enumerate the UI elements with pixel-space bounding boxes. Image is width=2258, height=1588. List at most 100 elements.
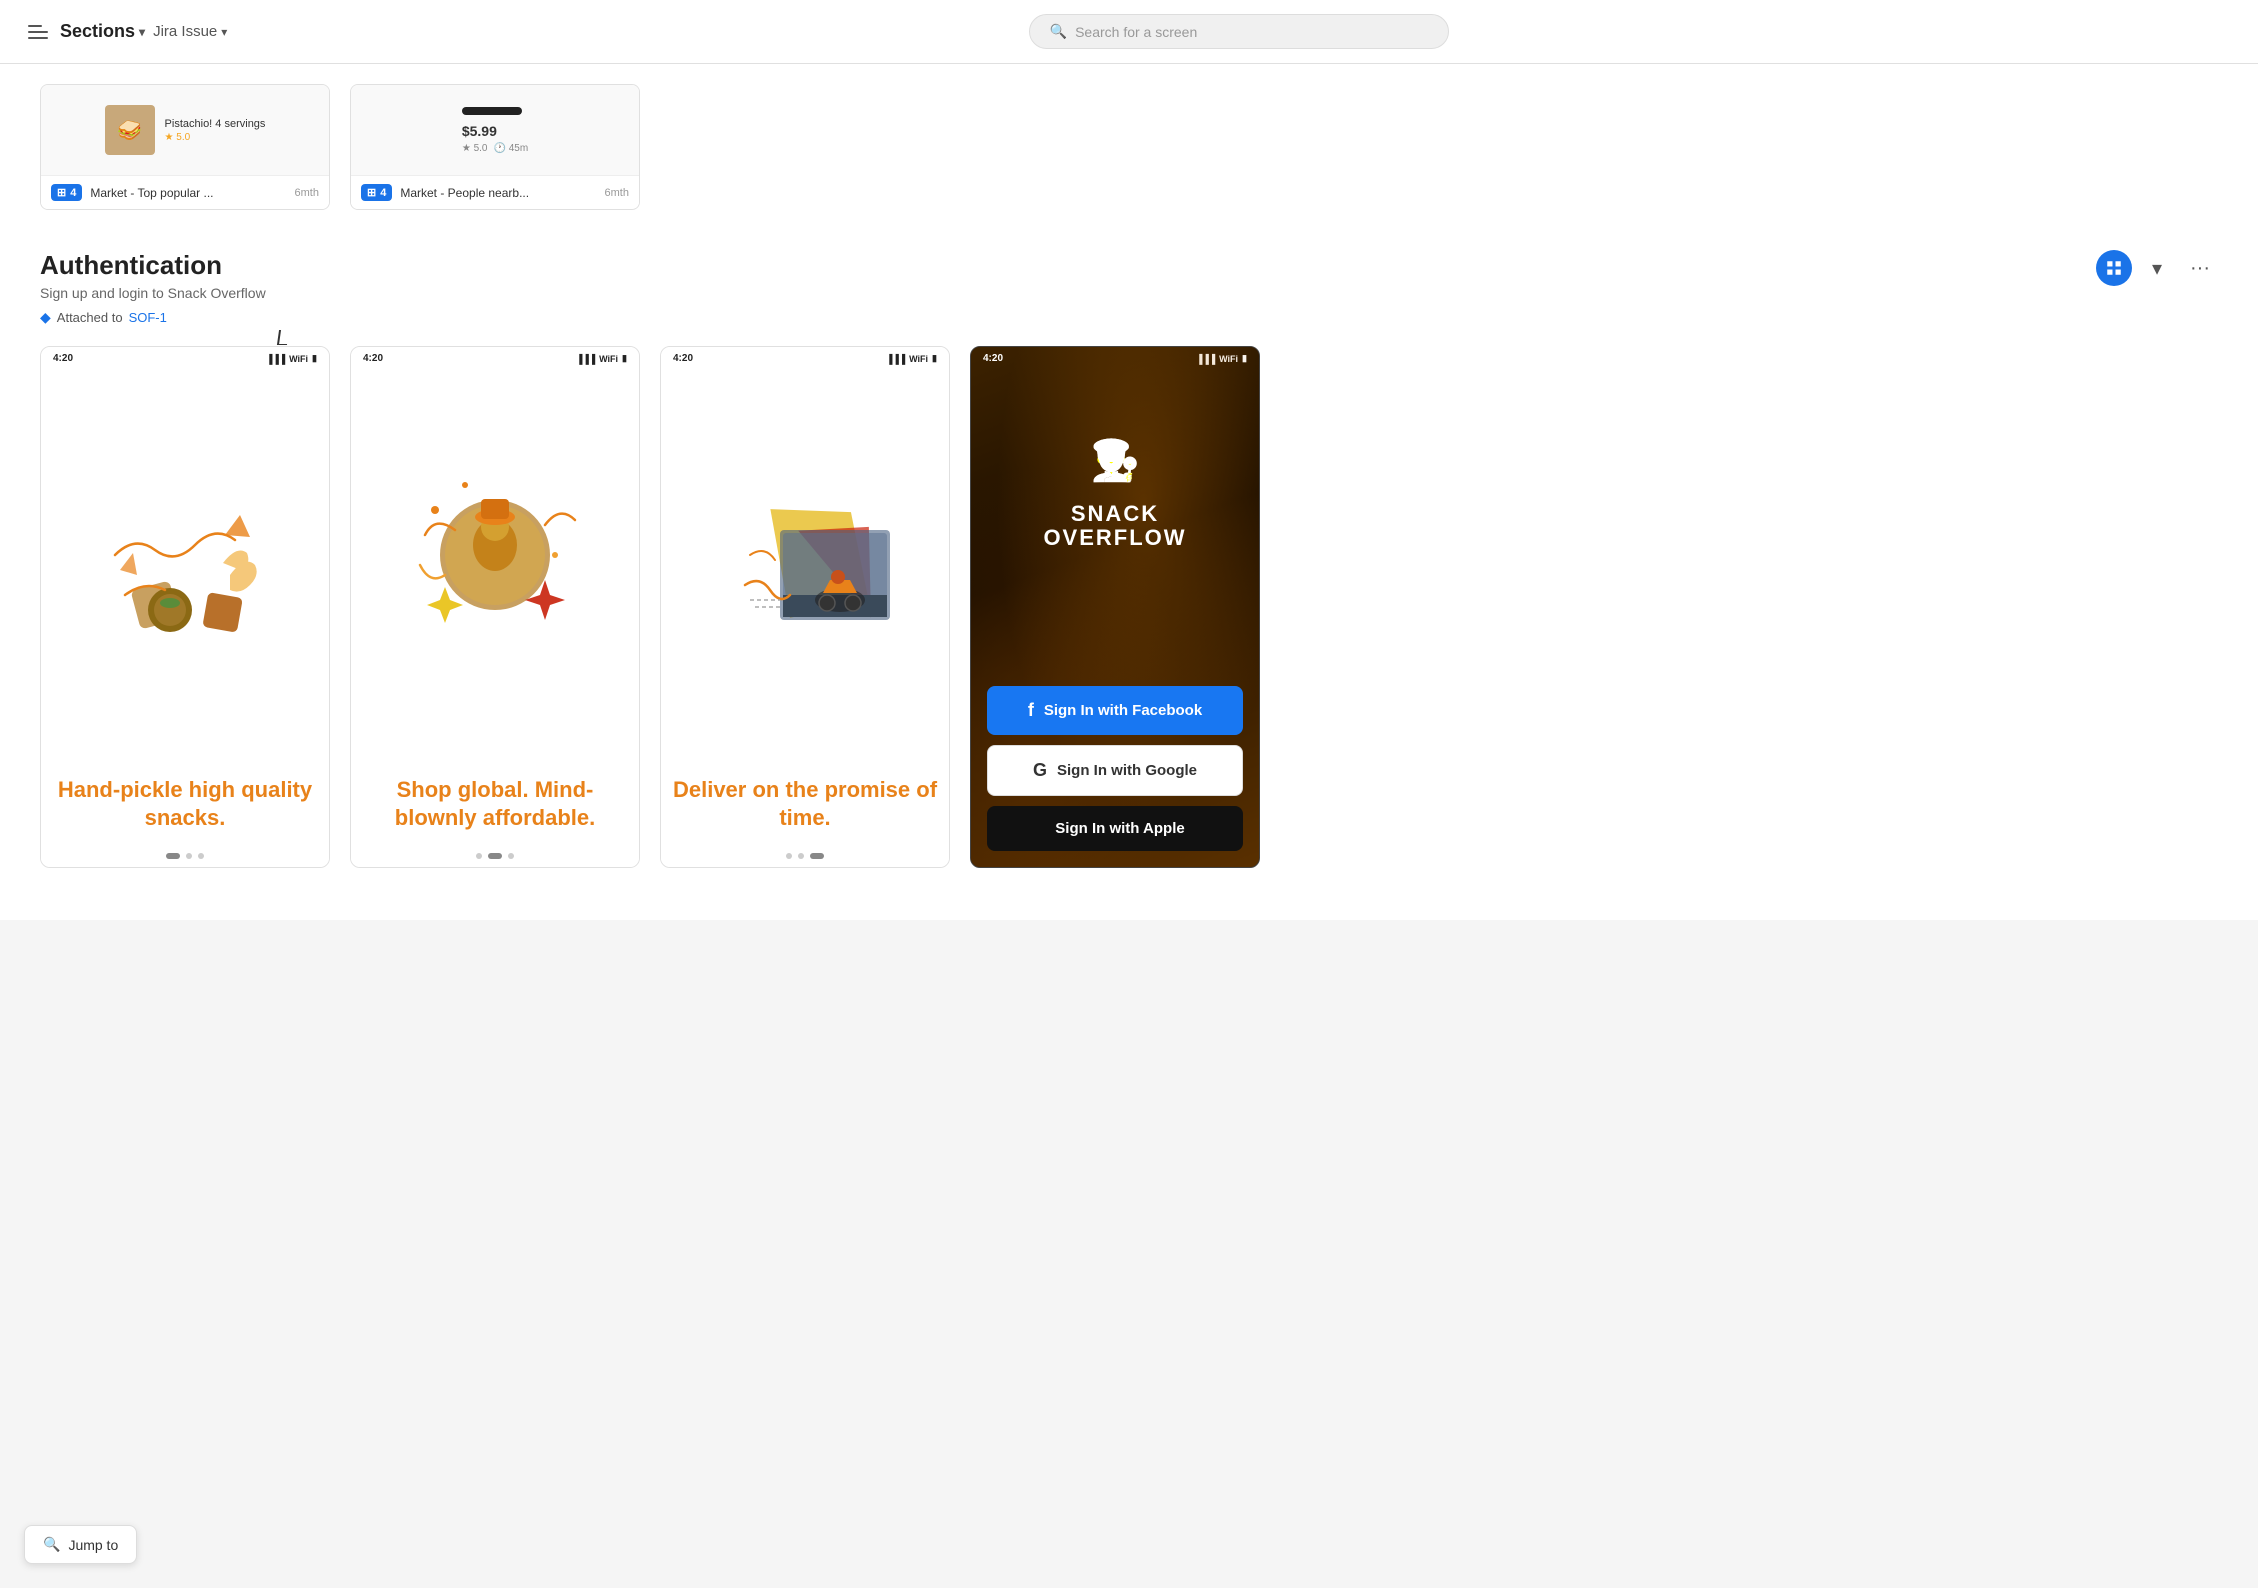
price-line bbox=[462, 107, 522, 115]
meta-row: ★ 5.0 🕐 45m bbox=[462, 143, 528, 154]
chevron-down-icon-2: ▾ bbox=[221, 25, 227, 39]
status-bar-4: 4:20 ▐▐▐ WiFi ▮ bbox=[971, 347, 1259, 370]
signin-google-button[interactable]: G Sign In with Google bbox=[987, 745, 1243, 796]
pagination-3 bbox=[661, 853, 949, 867]
card-preview-1: 🥪 Pistachio! 4 servings ★ 5.0 bbox=[41, 85, 329, 175]
signin-screen[interactable]: 4:20 ▐▐▐ WiFi ▮ 👨‍🍳 SNACKOVERFLOW f Sign… bbox=[970, 346, 1260, 868]
food-info: Pistachio! 4 servings ★ 5.0 bbox=[165, 118, 266, 143]
illustration-3 bbox=[661, 370, 949, 760]
logo-area: 👨‍🍳 SNACKOVERFLOW bbox=[971, 370, 1259, 580]
section-actions: ▾ ··· bbox=[2096, 250, 2218, 286]
layer-count: 4 bbox=[70, 187, 76, 199]
search-bar[interactable]: 🔍 Search for a screen bbox=[1029, 14, 1449, 49]
pagination-1 bbox=[41, 853, 329, 867]
sort-dropdown-button[interactable]: ▾ bbox=[2144, 252, 2170, 285]
dot-9 bbox=[810, 853, 824, 859]
signal-icon: ▐▐▐ bbox=[266, 354, 285, 364]
card-preview-2: $5.99 ★ 5.0 🕐 45m bbox=[351, 85, 639, 175]
market-top-popular-card[interactable]: 🥪 Pistachio! 4 servings ★ 5.0 ⊞ 4 Market… bbox=[40, 84, 330, 210]
apple-label: Sign In with Apple bbox=[1055, 820, 1184, 837]
status-icons-3: ▐▐▐ WiFi ▮ bbox=[886, 353, 937, 364]
price-text: $5.99 bbox=[462, 123, 497, 139]
view-toggle-button[interactable] bbox=[2096, 250, 2132, 286]
diamond-icon: ◆ bbox=[40, 309, 51, 326]
layer-badge-1: ⊞ 4 bbox=[51, 184, 82, 201]
dot-2 bbox=[186, 853, 192, 859]
meta-stars: ★ 5.0 bbox=[462, 143, 488, 154]
battery-icon-3: ▮ bbox=[932, 353, 937, 364]
hamburger-icon[interactable] bbox=[24, 21, 52, 43]
section-info: Authentication Sign up and login to Snac… bbox=[40, 250, 266, 326]
onboarding-screen-1[interactable]: 4:20 ▐▐▐ WiFi ▮ bbox=[40, 346, 330, 868]
onboarding-text-2: Shop global. Mind-blownly affordable. bbox=[351, 760, 639, 853]
signal-icon-2: ▐▐▐ bbox=[576, 354, 595, 364]
screen-preview-1: 4:20 ▐▐▐ WiFi ▮ bbox=[41, 347, 329, 867]
onboarding-screen-2[interactable]: 4:20 ▐▐▐ WiFi ▮ bbox=[350, 346, 640, 868]
food-thumbnail: 🥪 bbox=[105, 105, 155, 155]
screen-preview-2: 4:20 ▐▐▐ WiFi ▮ bbox=[351, 347, 639, 867]
attached-badge: ◆ Attached to SOF-1 bbox=[40, 309, 266, 326]
wifi-icon: WiFi bbox=[289, 354, 308, 364]
dot-1 bbox=[166, 853, 180, 859]
meta-time: 🕐 45m bbox=[493, 143, 528, 154]
card-title-2: Market - People nearb... bbox=[400, 186, 596, 200]
time-4: 4:20 bbox=[983, 353, 1003, 364]
jira-issue-button[interactable]: Jira Issue ▾ bbox=[153, 23, 227, 40]
status-icons-2: ▐▐▐ WiFi ▮ bbox=[576, 353, 627, 364]
market-people-nearby-card[interactable]: $5.99 ★ 5.0 🕐 45m ⊞ 4 Market - People ne… bbox=[350, 84, 640, 210]
delivery-illustration bbox=[695, 455, 915, 675]
screens-grid: 4:20 ▐▐▐ WiFi ▮ bbox=[40, 334, 2218, 880]
illustration-2 bbox=[351, 370, 639, 760]
time-3: 4:20 bbox=[673, 353, 693, 364]
onboarding-text-1: Hand-pickle high quality snacks. bbox=[41, 760, 329, 853]
signin-apple-button[interactable]: Sign In with Apple bbox=[987, 806, 1243, 851]
onboarding-screen-3[interactable]: 4:20 ▐▐▐ WiFi ▮ bbox=[660, 346, 950, 868]
sections-button[interactable]: Sections ▾ bbox=[60, 21, 145, 42]
food-preview: 🥪 Pistachio! 4 servings ★ 5.0 bbox=[97, 97, 274, 163]
facebook-icon: f bbox=[1028, 700, 1034, 721]
dot-7 bbox=[786, 853, 792, 859]
signal-icon-3: ▐▐▐ bbox=[886, 354, 905, 364]
search-icon-jump: 🔍 bbox=[43, 1536, 60, 1553]
chevron-down-icon: ▾ bbox=[139, 25, 145, 39]
snacks-illustration-1 bbox=[75, 455, 295, 675]
chef-hat-icon: 👨‍🍳 bbox=[1085, 430, 1145, 490]
wifi-icon-2: WiFi bbox=[599, 354, 618, 364]
section-description: Sign up and login to Snack Overflow bbox=[40, 285, 266, 301]
battery-icon-4: ▮ bbox=[1242, 353, 1247, 364]
search-placeholder: Search for a screen bbox=[1075, 24, 1197, 40]
pagination-2 bbox=[351, 853, 639, 867]
card-date-2: 6mth bbox=[605, 187, 629, 199]
section-title: Authentication bbox=[40, 250, 266, 281]
status-icons-1: ▐▐▐ WiFi ▮ bbox=[266, 353, 317, 364]
battery-icon: ▮ bbox=[312, 353, 317, 364]
card-footer-2: ⊞ 4 Market - People nearb... 6mth bbox=[351, 175, 639, 209]
dot-3 bbox=[198, 853, 204, 859]
brand-name: SNACKOVERFLOW bbox=[1043, 502, 1186, 550]
wifi-icon-4: WiFi bbox=[1219, 354, 1238, 364]
section-header: Authentication Sign up and login to Snac… bbox=[40, 230, 2218, 334]
sections-label: Sections bbox=[60, 21, 135, 42]
wifi-icon-3: WiFi bbox=[909, 354, 928, 364]
topbar-left: Sections ▾ Jira Issue ▾ bbox=[24, 21, 227, 43]
jira-link[interactable]: SOF-1 bbox=[129, 310, 167, 325]
google-label: Sign In with Google bbox=[1057, 762, 1197, 779]
signin-facebook-button[interactable]: f Sign In with Facebook bbox=[987, 686, 1243, 735]
status-bar-3: 4:20 ▐▐▐ WiFi ▮ bbox=[661, 347, 949, 370]
status-bar-2: 4:20 ▐▐▐ WiFi ▮ bbox=[351, 347, 639, 370]
card-footer-1: ⊞ 4 Market - Top popular ... 6mth bbox=[41, 175, 329, 209]
attached-label: Attached to bbox=[57, 310, 123, 325]
card-title-1: Market - Top popular ... bbox=[90, 186, 286, 200]
signin-buttons: f Sign In with Facebook G Sign In with G… bbox=[971, 670, 1259, 867]
dot-6 bbox=[508, 853, 514, 859]
layer-icon: ⊞ bbox=[57, 186, 66, 199]
top-cards-row: 🥪 Pistachio! 4 servings ★ 5.0 ⊞ 4 Market… bbox=[40, 64, 2218, 230]
dot-4 bbox=[476, 853, 482, 859]
jump-to-button[interactable]: 🔍 Jump to bbox=[24, 1525, 137, 1564]
card-date-1: 6mth bbox=[295, 187, 319, 199]
illustration-1 bbox=[41, 370, 329, 760]
more-options-button[interactable]: ··· bbox=[2182, 253, 2218, 284]
price-preview: $5.99 ★ 5.0 🕐 45m bbox=[450, 95, 540, 166]
main-content: 🥪 Pistachio! 4 servings ★ 5.0 ⊞ 4 Market… bbox=[0, 64, 2258, 920]
time-1: 4:20 bbox=[53, 353, 73, 364]
